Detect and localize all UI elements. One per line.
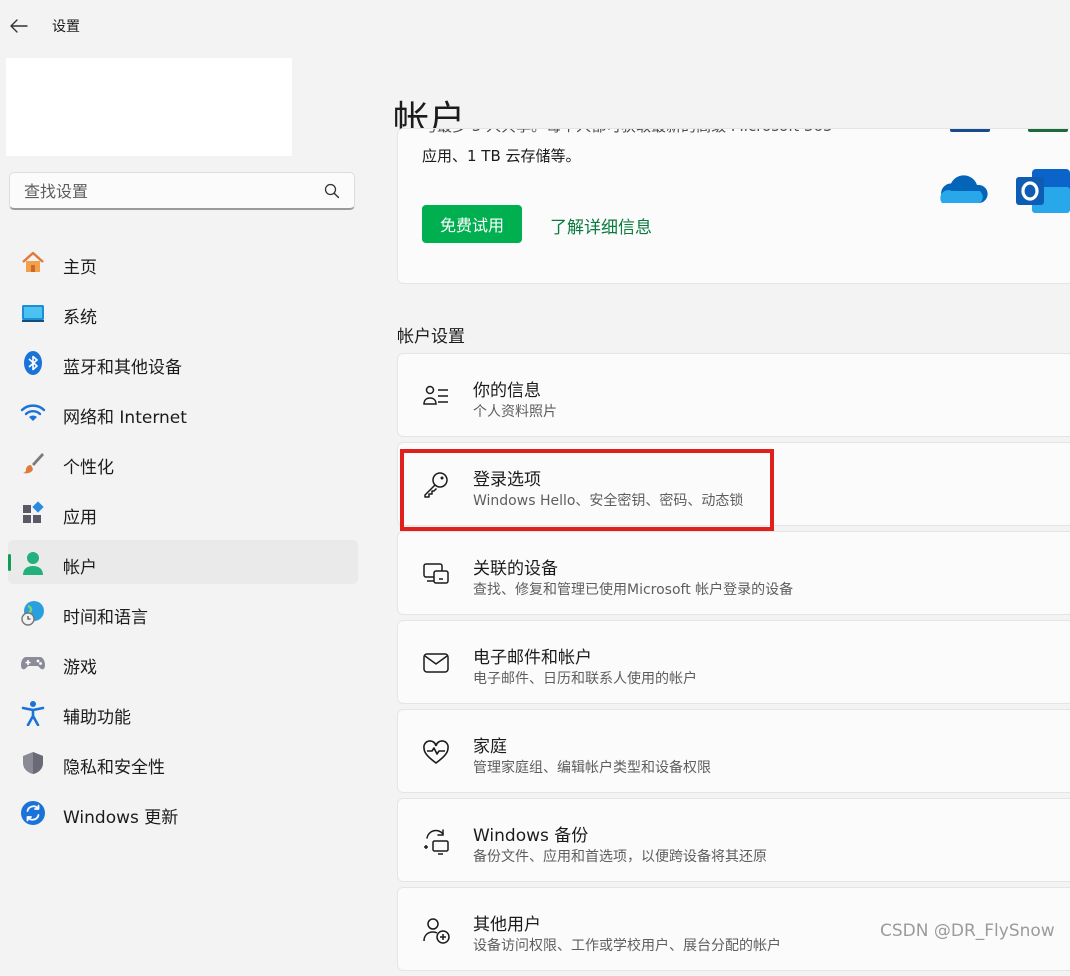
sidebar-item-label: 隐私和安全性 <box>63 758 165 778</box>
profile-card[interactable] <box>6 58 292 156</box>
setting-subtitle: 个人资料照片 <box>473 404 557 420</box>
outlook-icon <box>1016 169 1070 213</box>
sidebar-item-privacy[interactable]: 隐私和安全性 <box>8 740 358 784</box>
search-input[interactable] <box>22 173 316 209</box>
sidebar-item-network[interactable]: 网络和 Internet <box>8 390 358 434</box>
setting-title: 其他用户 <box>473 915 541 935</box>
sidebar-item-label: 网络和 Internet <box>63 408 187 428</box>
microsoft-365-promo-card: 与最多 5 人共享。每个人都可获取最新的高级 Microsoft 365 应用、… <box>397 128 1070 284</box>
sidebar-item-label: 游戏 <box>63 658 97 678</box>
mail-icon <box>422 649 450 677</box>
sidebar-item-accounts[interactable]: 帐户 <box>8 540 358 584</box>
setting-subtitle: 电子邮件、日历和联系人使用的帐户 <box>473 671 697 687</box>
person-info-icon <box>422 382 450 410</box>
account-settings-list: 你的信息 个人资料照片 登录选项 Windows Hello、安全密钥、密码、动… <box>397 353 1070 976</box>
setting-title: 家庭 <box>473 737 507 757</box>
sidebar-item-label: 应用 <box>63 508 97 528</box>
account-icon <box>20 550 46 576</box>
sidebar-item-windows-update[interactable]: Windows 更新 <box>8 790 358 834</box>
sidebar-item-home[interactable]: 主页 <box>8 240 358 284</box>
gamepad-icon <box>20 650 46 676</box>
onedrive-icon <box>940 175 988 203</box>
wifi-icon <box>20 400 46 426</box>
sidebar-item-label: 时间和语言 <box>63 608 148 628</box>
apps-icon <box>20 500 46 526</box>
section-title: 帐户设置 <box>397 327 465 347</box>
home-icon <box>20 250 46 276</box>
setting-subtitle: Windows Hello、安全密钥、密码、动态锁 <box>473 493 744 509</box>
back-button[interactable] <box>6 13 32 39</box>
free-trial-button[interactable]: 免费试用 <box>422 205 522 243</box>
excel-app-icon <box>1028 129 1068 132</box>
back-arrow-icon <box>10 19 28 33</box>
add-user-icon <box>422 916 450 944</box>
sidebar-item-time-language[interactable]: 时间和语言 <box>8 590 358 634</box>
setting-title: 关联的设备 <box>473 559 558 579</box>
search-icon[interactable] <box>324 183 340 199</box>
family-heart-icon <box>422 738 450 766</box>
sidebar-item-bluetooth[interactable]: 蓝牙和其他设备 <box>8 340 358 384</box>
setting-title: 你的信息 <box>473 381 541 401</box>
accessibility-icon <box>20 700 46 726</box>
update-icon <box>20 800 46 826</box>
watermark: CSDN @DR_FlySnow <box>880 921 1055 941</box>
title-bar: 设置 <box>0 0 1070 50</box>
globe-clock-icon <box>20 600 46 626</box>
learn-more-link[interactable]: 了解详细信息 <box>550 213 652 238</box>
setting-windows-backup[interactable]: Windows 备份 备份文件、应用和首选项，以便跨设备将其还原 <box>397 798 1070 882</box>
sidebar-item-label: 主页 <box>63 258 97 278</box>
sidebar-item-label: 个性化 <box>63 458 114 478</box>
sidebar-item-label: 系统 <box>63 308 97 328</box>
sidebar-item-label: 辅助功能 <box>63 708 131 728</box>
setting-your-info[interactable]: 你的信息 个人资料照片 <box>397 353 1070 437</box>
app-title: 设置 <box>52 19 80 35</box>
sidebar-item-gaming[interactable]: 游戏 <box>8 640 358 684</box>
setting-linked-devices[interactable]: 关联的设备 查找、修复和管理已使用Microsoft 帐户登录的设备 <box>397 531 1070 615</box>
key-icon <box>422 471 450 499</box>
system-icon <box>20 300 46 326</box>
linked-devices-icon <box>422 560 450 588</box>
setting-subtitle: 管理家庭组、编辑帐户类型和设备权限 <box>473 760 711 776</box>
bluetooth-icon <box>20 350 46 376</box>
sidebar-nav: 主页 系统 蓝牙和其他设备 网络和 Internet 个性化 应用 帐户 时间和… <box>8 240 358 840</box>
setting-subtitle: 查找、修复和管理已使用Microsoft 帐户登录的设备 <box>473 582 794 598</box>
setting-title: Windows 备份 <box>473 826 589 846</box>
setting-email-accounts[interactable]: 电子邮件和帐户 电子邮件、日历和联系人使用的帐户 <box>397 620 1070 704</box>
search-box[interactable] <box>9 172 355 210</box>
backup-icon <box>422 827 450 855</box>
promo-description-cut: 与最多 5 人共享。每个人都可获取最新的高级 Microsoft 365 <box>422 129 833 136</box>
sidebar-item-accessibility[interactable]: 辅助功能 <box>8 690 358 734</box>
sidebar-item-label: Windows 更新 <box>63 808 179 828</box>
setting-family[interactable]: 家庭 管理家庭组、编辑帐户类型和设备权限 <box>397 709 1070 793</box>
word-app-icon <box>950 129 990 132</box>
sidebar-item-label: 帐户 <box>63 558 97 578</box>
shield-icon <box>20 750 46 776</box>
setting-title: 登录选项 <box>473 470 541 490</box>
setting-subtitle: 备份文件、应用和首选项，以便跨设备将其还原 <box>473 849 767 865</box>
promo-description: 应用、1 TB 云存储等。 <box>422 147 581 165</box>
sidebar-item-apps[interactable]: 应用 <box>8 490 358 534</box>
setting-sign-in-options[interactable]: 登录选项 Windows Hello、安全密钥、密码、动态锁 <box>397 442 1070 526</box>
sidebar-item-personalization[interactable]: 个性化 <box>8 440 358 484</box>
setting-subtitle: 设备访问权限、工作或学校用户、展台分配的帐户 <box>473 938 781 954</box>
brush-icon <box>20 450 46 476</box>
setting-title: 电子邮件和帐户 <box>473 648 592 668</box>
sidebar-item-label: 蓝牙和其他设备 <box>63 358 182 378</box>
sidebar-item-system[interactable]: 系统 <box>8 290 358 334</box>
